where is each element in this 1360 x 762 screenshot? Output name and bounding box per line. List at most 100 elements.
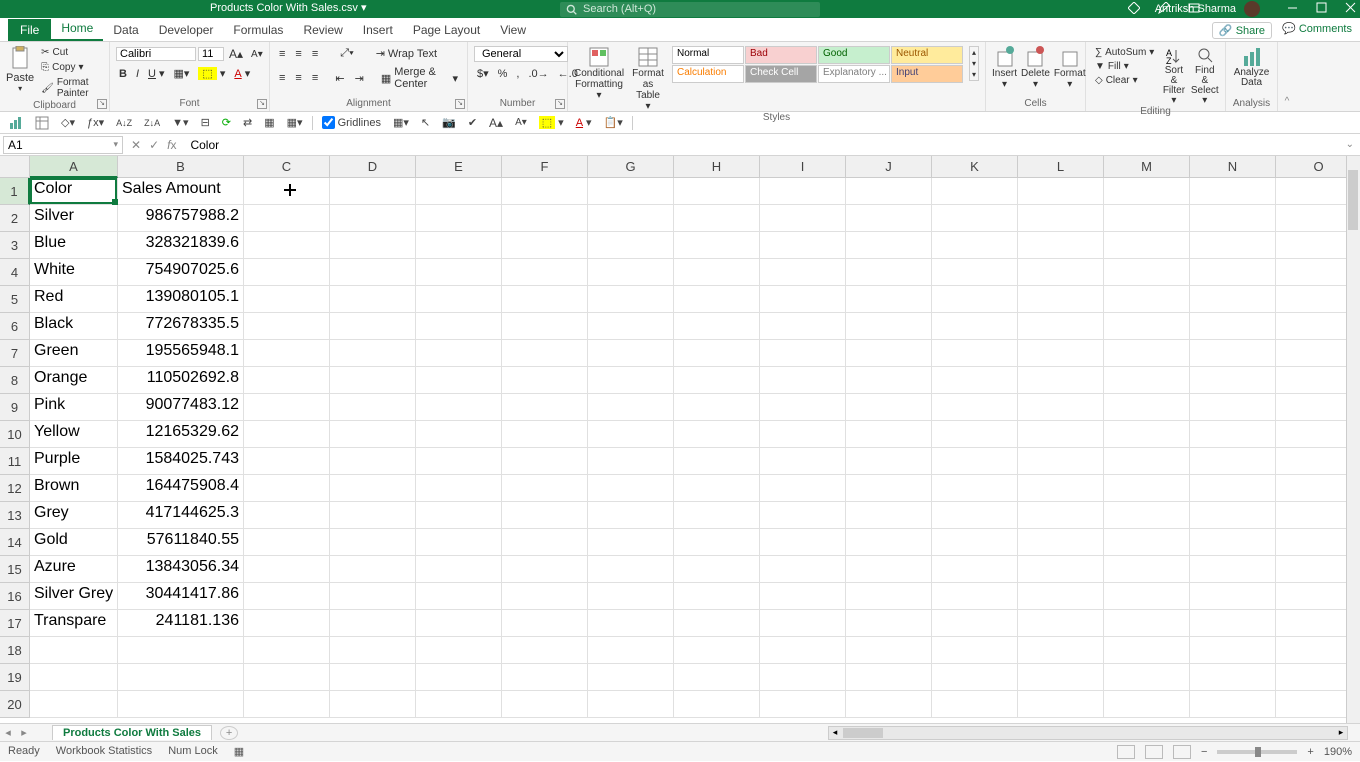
cell-C18[interactable]: [244, 637, 330, 664]
cell-M6[interactable]: [1104, 313, 1190, 340]
format-as-table-button[interactable]: Format as Table▾: [630, 46, 666, 112]
border-button[interactable]: ▦▾: [171, 66, 193, 81]
cell-G17[interactable]: [588, 610, 674, 637]
cell-N11[interactable]: [1190, 448, 1276, 475]
cell-F11[interactable]: [502, 448, 588, 475]
cell-B6[interactable]: 772678335.5: [118, 313, 244, 340]
cell-B8[interactable]: 110502692.8: [118, 367, 244, 394]
cell-D3[interactable]: [330, 232, 416, 259]
font-dialog-launcher[interactable]: ↘: [257, 99, 267, 109]
cell-G12[interactable]: [588, 475, 674, 502]
cell-J11[interactable]: [846, 448, 932, 475]
cell-G15[interactable]: [588, 556, 674, 583]
row-header-14[interactable]: 14: [0, 529, 30, 556]
copy-button[interactable]: ⎘ Copy ▾: [38, 61, 103, 74]
increase-decimal-button[interactable]: .0→: [525, 66, 551, 81]
cell-D18[interactable]: [330, 637, 416, 664]
cell-K19[interactable]: [932, 664, 1018, 691]
accounting-format-button[interactable]: $▾: [474, 66, 492, 81]
style-neutral[interactable]: Neutral: [891, 46, 963, 64]
qat-spell-icon[interactable]: ✔: [465, 115, 480, 130]
cell-B2[interactable]: 986757988.2: [118, 205, 244, 232]
row-header-5[interactable]: 5: [0, 286, 30, 313]
row-header-12[interactable]: 12: [0, 475, 30, 502]
cell-G13[interactable]: [588, 502, 674, 529]
cell-N10[interactable]: [1190, 421, 1276, 448]
cell-E10[interactable]: [416, 421, 502, 448]
cell-J18[interactable]: [846, 637, 932, 664]
cell-K20[interactable]: [932, 691, 1018, 718]
cell-L7[interactable]: [1018, 340, 1104, 367]
cell-C4[interactable]: [244, 259, 330, 286]
cell-F16[interactable]: [502, 583, 588, 610]
cell-I8[interactable]: [760, 367, 846, 394]
comma-format-button[interactable]: ,: [513, 66, 522, 81]
cell-A3[interactable]: Blue: [30, 232, 118, 259]
cell-M10[interactable]: [1104, 421, 1190, 448]
cell-I16[interactable]: [760, 583, 846, 610]
qat-fill-color-icon[interactable]: ⬚▾: [536, 115, 567, 130]
row-header-2[interactable]: 2: [0, 205, 30, 232]
column-headers[interactable]: ABCDEFGHIJKLMNO: [30, 156, 1360, 178]
cell-C9[interactable]: [244, 394, 330, 421]
cell-G2[interactable]: [588, 205, 674, 232]
cell-B10[interactable]: 12165329.62: [118, 421, 244, 448]
cell-J17[interactable]: [846, 610, 932, 637]
fill-color-button[interactable]: ⬚▾: [195, 66, 228, 81]
font-size-input[interactable]: [198, 47, 224, 61]
col-header-N[interactable]: N: [1190, 156, 1276, 178]
qat-increase-font-icon[interactable]: A▴: [486, 115, 506, 131]
align-right-button[interactable]: ≡: [309, 71, 321, 85]
cell-K18[interactable]: [932, 637, 1018, 664]
zoom-slider[interactable]: [1217, 750, 1297, 754]
cell-K9[interactable]: [932, 394, 1018, 421]
cell-F15[interactable]: [502, 556, 588, 583]
col-header-B[interactable]: B: [118, 156, 244, 178]
cell-G5[interactable]: [588, 286, 674, 313]
cell-I14[interactable]: [760, 529, 846, 556]
cell-B14[interactable]: 57611840.55: [118, 529, 244, 556]
cell-M16[interactable]: [1104, 583, 1190, 610]
style-calculation[interactable]: Calculation: [672, 65, 744, 83]
cell-I2[interactable]: [760, 205, 846, 232]
cell-E17[interactable]: [416, 610, 502, 637]
cell-E4[interactable]: [416, 259, 502, 286]
cell-C11[interactable]: [244, 448, 330, 475]
cell-K6[interactable]: [932, 313, 1018, 340]
cell-F18[interactable]: [502, 637, 588, 664]
cell-G18[interactable]: [588, 637, 674, 664]
cell-N20[interactable]: [1190, 691, 1276, 718]
format-cells-button[interactable]: Format▾: [1054, 46, 1086, 90]
cell-L14[interactable]: [1018, 529, 1104, 556]
formula-bar-input[interactable]: Color: [184, 138, 1339, 152]
cell-L13[interactable]: [1018, 502, 1104, 529]
cell-B13[interactable]: 417144625.3: [118, 502, 244, 529]
comments-button[interactable]: 💬 Comments: [1282, 22, 1352, 39]
spreadsheet-grid[interactable]: ABCDEFGHIJKLMNO 123456789101112131415161…: [0, 156, 1360, 723]
cut-button[interactable]: ✂ Cut: [38, 46, 103, 59]
merge-center-button[interactable]: ▦ Merge & Center ▾: [378, 65, 461, 91]
cell-H9[interactable]: [674, 394, 760, 421]
cell-E19[interactable]: [416, 664, 502, 691]
cell-B18[interactable]: [118, 637, 244, 664]
style-check-cell[interactable]: Check Cell: [745, 65, 817, 83]
cell-G20[interactable]: [588, 691, 674, 718]
delete-cells-button[interactable]: Delete▾: [1021, 46, 1050, 90]
cell-J1[interactable]: [846, 178, 932, 205]
cell-M9[interactable]: [1104, 394, 1190, 421]
cell-E7[interactable]: [416, 340, 502, 367]
cell-D14[interactable]: [330, 529, 416, 556]
cell-B11[interactable]: 1584025.743: [118, 448, 244, 475]
cell-N13[interactable]: [1190, 502, 1276, 529]
cell-L19[interactable]: [1018, 664, 1104, 691]
cell-J5[interactable]: [846, 286, 932, 313]
cell-H12[interactable]: [674, 475, 760, 502]
cell-N2[interactable]: [1190, 205, 1276, 232]
cell-E14[interactable]: [416, 529, 502, 556]
cell-L15[interactable]: [1018, 556, 1104, 583]
increase-font-button[interactable]: A▴: [226, 46, 246, 62]
autosum-button[interactable]: ∑ AutoSum ▾: [1092, 46, 1157, 59]
cell-B7[interactable]: 195565948.1: [118, 340, 244, 367]
col-header-I[interactable]: I: [760, 156, 846, 178]
cell-C14[interactable]: [244, 529, 330, 556]
